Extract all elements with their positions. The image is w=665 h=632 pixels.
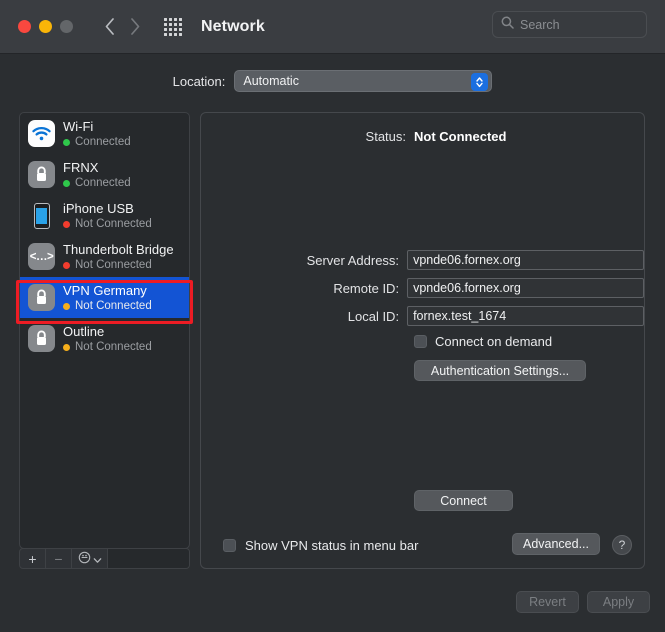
local-id-input[interactable]: fornex.test_1674 xyxy=(407,306,644,326)
navigation-arrows xyxy=(100,16,145,38)
lock-icon xyxy=(28,161,55,188)
vpn-settings-panel: Status: Not Connected Server Address: vp… xyxy=(200,112,645,569)
connect-button[interactable]: Connect xyxy=(414,490,513,511)
lock-icon xyxy=(28,284,55,311)
status-row: Status: Not Connected xyxy=(201,129,644,144)
local-id-row: Local ID: fornex.test_1674 xyxy=(201,306,644,326)
service-row-frnx[interactable]: FRNX Connected xyxy=(20,154,189,195)
service-name: Wi-Fi xyxy=(63,118,94,134)
connect-on-demand-row: Connect on demand xyxy=(201,334,644,349)
service-status-label: Not Connected xyxy=(75,258,152,271)
location-row: Location: Automatic xyxy=(0,70,665,92)
network-preferences-window: Network Search Location: Automatic Wi-Fi… xyxy=(0,0,665,632)
service-text: Outline Not Connected xyxy=(63,324,152,354)
local-id-label: Local ID: xyxy=(347,308,400,324)
network-services-list[interactable]: Wi-Fi Connected FRNX Connected iPhone US… xyxy=(19,112,190,549)
remote-id-row: Remote ID: vpnde06.fornex.org xyxy=(201,278,644,298)
wifi-icon xyxy=(28,120,55,147)
service-row-wifi[interactable]: Wi-Fi Connected xyxy=(20,113,189,154)
traffic-lights xyxy=(18,20,73,33)
service-row-iphone-usb[interactable]: iPhone USB Not Connected xyxy=(20,195,189,236)
iphone-icon xyxy=(28,202,55,229)
location-select[interactable]: Automatic xyxy=(234,70,493,92)
window-titlebar: Network Search xyxy=(0,0,665,54)
chevron-down-icon xyxy=(93,551,102,567)
search-placeholder: Search xyxy=(520,17,560,32)
service-status-label: Connected xyxy=(75,135,131,148)
service-text: VPN Germany Not Connected xyxy=(63,283,152,313)
chevron-left-icon[interactable] xyxy=(100,16,120,38)
location-label: Location: xyxy=(172,73,226,89)
status-dot-icon xyxy=(63,138,70,146)
service-text: Thunderbolt Bridge Not Connected xyxy=(63,242,174,272)
service-status-label: Connected xyxy=(75,176,131,189)
chevron-updown-icon xyxy=(471,73,489,91)
thunderbolt-bridge-icon: <…> xyxy=(28,243,55,270)
revert-button[interactable]: Revert xyxy=(516,591,579,613)
apply-button[interactable]: Apply xyxy=(587,591,650,613)
status-dot-icon xyxy=(63,343,70,351)
service-text: Wi-Fi Connected xyxy=(63,119,131,149)
service-status: Not Connected xyxy=(63,341,152,354)
service-text: iPhone USB Not Connected xyxy=(63,201,152,231)
service-name: iPhone USB xyxy=(63,200,134,216)
service-row-vpn-germany[interactable]: VPN Germany Not Connected xyxy=(20,277,189,318)
connect-row: Connect xyxy=(201,490,644,511)
service-status-label: Not Connected xyxy=(75,299,152,312)
lock-icon xyxy=(28,325,55,352)
service-status-label: Not Connected xyxy=(75,340,152,353)
page-title: Network xyxy=(201,17,265,35)
service-row-thunderbolt-bridge[interactable]: <…> Thunderbolt Bridge Not Connected xyxy=(20,236,189,277)
search-input[interactable]: Search xyxy=(492,11,647,38)
server-address-input[interactable]: vpnde06.fornex.org xyxy=(407,250,644,270)
status-value: Not Connected xyxy=(414,129,507,144)
auth-settings-row: Authentication Settings... xyxy=(201,360,644,381)
remote-id-input[interactable]: vpnde06.fornex.org xyxy=(407,278,644,298)
show-vpn-status-label: Show VPN status in menu bar xyxy=(245,538,419,553)
search-icon xyxy=(501,16,514,34)
label-spacer xyxy=(201,360,406,381)
location-selected-value: Automatic xyxy=(243,74,299,88)
service-row-outline[interactable]: Outline Not Connected xyxy=(20,318,189,359)
advanced-button[interactable]: Advanced... xyxy=(512,533,600,555)
label-spacer xyxy=(201,490,406,511)
server-address-label: Server Address: xyxy=(306,252,400,268)
status-dot-icon xyxy=(63,179,70,187)
status-dot-icon xyxy=(63,261,70,269)
services-toolbar: + − xyxy=(19,548,190,569)
apps-grid-icon[interactable] xyxy=(164,17,182,36)
authentication-settings-button[interactable]: Authentication Settings... xyxy=(414,360,586,381)
service-status-label: Not Connected xyxy=(75,217,152,230)
service-status: Not Connected xyxy=(63,259,174,272)
service-name: VPN Germany xyxy=(63,282,147,298)
status-dot-icon xyxy=(63,302,70,310)
service-status: Not Connected xyxy=(63,300,152,313)
gear-icon xyxy=(78,551,91,567)
service-status: Not Connected xyxy=(63,218,152,231)
close-window-button[interactable] xyxy=(18,20,31,33)
status-dot-icon xyxy=(63,220,70,228)
connect-on-demand-checkbox[interactable] xyxy=(414,335,427,348)
add-service-button[interactable]: + xyxy=(20,549,46,568)
server-address-row: Server Address: vpnde06.fornex.org xyxy=(201,250,644,270)
service-name: FRNX xyxy=(63,159,99,175)
service-name: Outline xyxy=(63,323,105,339)
status-label: Status: xyxy=(365,129,406,144)
show-vpn-status-row: Show VPN status in menu bar xyxy=(223,538,418,553)
chevron-right-icon[interactable] xyxy=(125,16,145,38)
minimize-window-button[interactable] xyxy=(39,20,52,33)
remote-id-label: Remote ID: xyxy=(333,280,400,296)
show-vpn-status-checkbox[interactable] xyxy=(223,539,236,552)
service-name: Thunderbolt Bridge xyxy=(63,241,174,257)
toolbar-filler xyxy=(108,549,189,568)
service-status: Connected xyxy=(63,177,131,190)
connect-on-demand-label: Connect on demand xyxy=(435,334,553,349)
service-status: Connected xyxy=(63,136,131,149)
service-text: FRNX Connected xyxy=(63,160,131,190)
zoom-window-button[interactable] xyxy=(60,20,73,33)
help-button[interactable]: ? xyxy=(612,535,632,555)
remove-service-button[interactable]: − xyxy=(46,549,72,568)
service-actions-menu[interactable] xyxy=(72,549,108,568)
